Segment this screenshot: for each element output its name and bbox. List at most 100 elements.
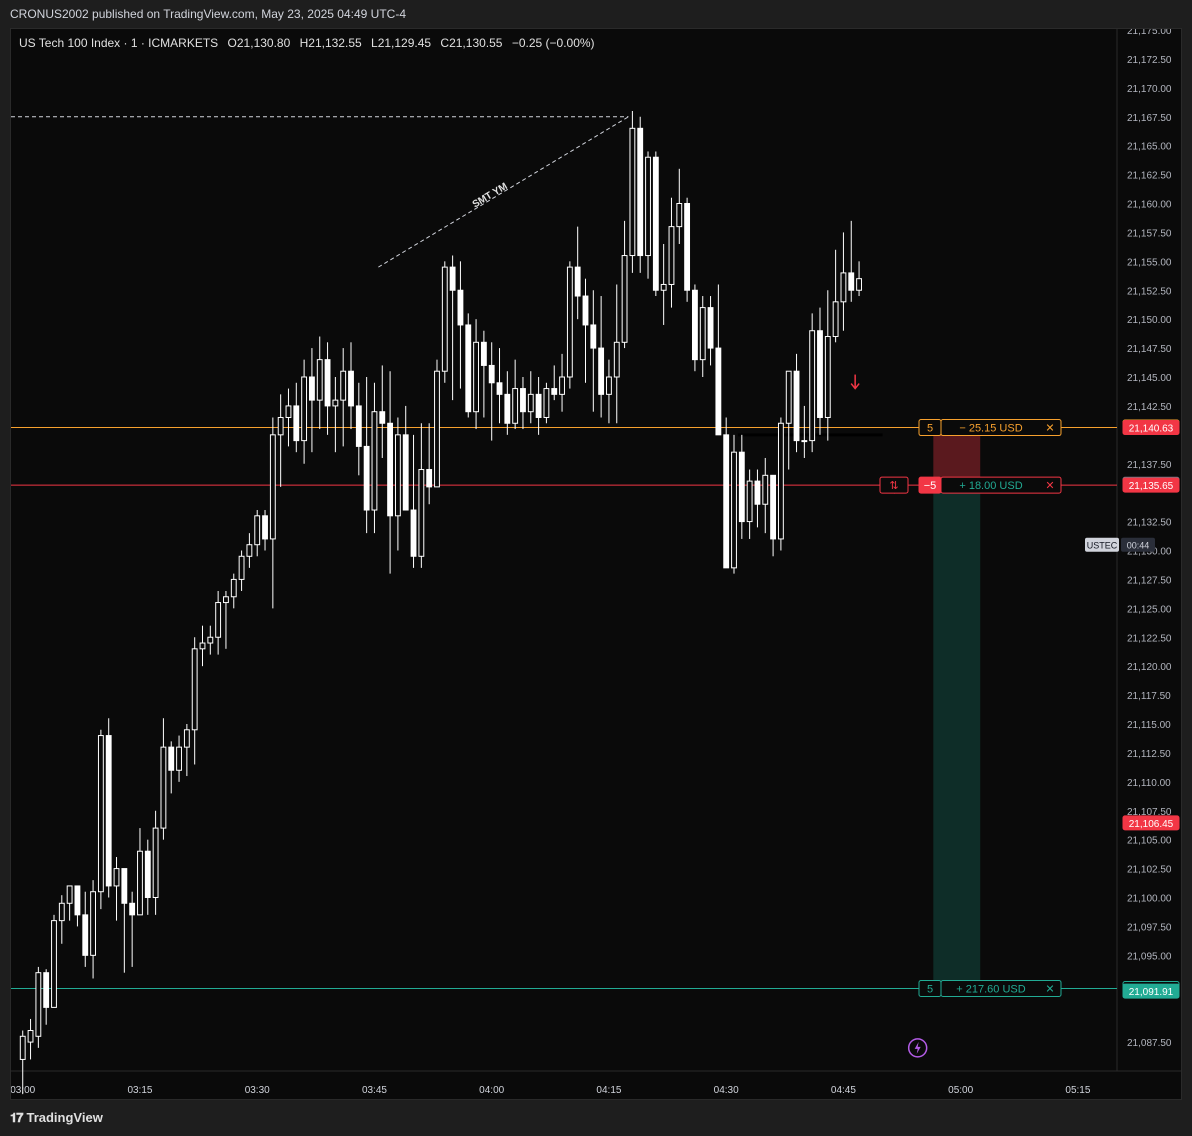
candle-body <box>848 272 855 291</box>
y-tick-label: 21,172.50 <box>1127 55 1172 66</box>
legend-change: −0.25 (−0.00%) <box>511 36 595 50</box>
x-tick-label: 05:00 <box>948 1085 973 1096</box>
y-tick-label: 21,157.50 <box>1127 228 1172 239</box>
price-axis[interactable] <box>1117 29 1182 1100</box>
legend-symbol[interactable]: US Tech 100 Index · 1 · ICMARKETS <box>19 36 218 50</box>
candle-body <box>824 336 831 418</box>
candle-body <box>58 902 65 922</box>
candle-body <box>652 156 659 291</box>
x-tick-label: 03:15 <box>127 1085 152 1096</box>
y-tick-label: 21,165.00 <box>1127 142 1172 153</box>
y-tick-label: 21,132.50 <box>1127 518 1172 529</box>
candle-body <box>566 266 573 378</box>
close-order-icon[interactable]: ✕ <box>1045 480 1054 492</box>
candle-body <box>379 411 386 424</box>
y-tick-label: 21,122.50 <box>1127 633 1172 644</box>
candle-body <box>152 827 159 898</box>
y-tick-label: 21,167.50 <box>1127 113 1172 124</box>
candle-body <box>801 440 808 443</box>
y-tick-label: 21,097.50 <box>1127 922 1172 933</box>
candle-body <box>293 405 300 442</box>
y-tick-label: 21,127.50 <box>1127 575 1172 586</box>
candle-body <box>191 648 198 731</box>
order-pnl: + 217.60 USD <box>956 984 1025 996</box>
price-badge-label: 21,106.45 <box>1129 819 1174 830</box>
x-tick-label: 04:30 <box>714 1085 739 1096</box>
y-tick-label: 21,147.50 <box>1127 344 1172 355</box>
x-tick-label: 03:00 <box>11 1085 36 1096</box>
candle-body <box>137 850 143 916</box>
candle-body <box>51 920 57 1008</box>
candle-body <box>262 515 268 540</box>
order-qty[interactable]: −5 <box>924 480 937 492</box>
candle-body <box>715 347 722 436</box>
candle-body <box>309 376 315 401</box>
candle-body <box>582 295 589 326</box>
candle-body <box>809 330 816 442</box>
candle-body <box>668 226 675 285</box>
brand-name: TradingView <box>26 1110 103 1125</box>
candle-body <box>559 376 565 395</box>
chart-frame[interactable]: 21,087.5021,092.0521,095.0021,097.5021,1… <box>10 28 1182 1100</box>
order-qty[interactable]: 5 <box>927 423 933 435</box>
candlestick-chart[interactable]: 21,087.5021,092.0521,095.0021,097.5021,1… <box>11 29 1182 1100</box>
candle-body <box>840 272 847 303</box>
symbol-badge-label: USTEC <box>1087 541 1118 551</box>
candle-body <box>97 735 104 893</box>
candle-body <box>27 1030 34 1043</box>
candle-body <box>238 555 245 580</box>
candle-body <box>19 1035 26 1060</box>
candle-body <box>598 347 605 395</box>
candle-body <box>426 469 433 488</box>
candle-body <box>35 972 42 1037</box>
smt-label[interactable]: SMT YM <box>471 181 510 210</box>
y-tick-label: 21,100.00 <box>1127 894 1172 905</box>
candle-body <box>684 203 691 291</box>
y-tick-label: 21,087.50 <box>1127 1038 1172 1049</box>
y-tick-label: 21,152.50 <box>1127 286 1172 297</box>
tradingview-logo[interactable]: 𝟏𝟕 TradingView <box>10 1110 103 1126</box>
reward-zone[interactable] <box>933 485 981 989</box>
candle-body <box>457 289 464 326</box>
legend-close: C21,130.55 <box>440 36 503 50</box>
candle-body <box>207 636 214 644</box>
y-tick-label: 21,105.00 <box>1127 836 1172 847</box>
candle-body <box>777 422 784 540</box>
y-tick-label: 21,125.00 <box>1127 604 1172 615</box>
candle-body <box>355 405 362 447</box>
close-order-icon[interactable]: ✕ <box>1045 984 1054 996</box>
y-tick-label: 21,117.50 <box>1127 691 1171 702</box>
candle-body <box>691 289 698 361</box>
candle-body <box>512 388 519 424</box>
candle-body <box>520 388 526 413</box>
footer: 𝟏𝟕 TradingView <box>0 1100 1192 1136</box>
candle-body <box>215 602 222 638</box>
candle-body <box>574 266 581 297</box>
candle-body <box>856 278 862 291</box>
y-tick-label: 21,112.50 <box>1127 749 1171 760</box>
candle-body <box>770 474 777 540</box>
legend-high: H21,132.55 <box>299 36 362 50</box>
risk-zone[interactable] <box>933 427 981 486</box>
candle-body <box>496 382 503 395</box>
candle-body <box>832 301 839 338</box>
candle-body <box>738 451 745 523</box>
price-badge-label: 21,140.63 <box>1129 424 1174 435</box>
candle-body <box>754 480 761 505</box>
candle-body <box>144 850 151 899</box>
candle-body <box>590 324 597 349</box>
x-tick-label: 04:15 <box>596 1085 621 1096</box>
close-order-icon[interactable]: ✕ <box>1045 423 1054 435</box>
reverse-icon[interactable]: ⇅ <box>889 480 898 492</box>
candle-body <box>121 868 128 904</box>
candle-body <box>301 376 308 442</box>
candle-body <box>176 746 182 771</box>
candle-body <box>43 972 50 1008</box>
candle-body <box>183 729 190 748</box>
order-qty[interactable]: 5 <box>927 984 933 996</box>
candle-body <box>254 515 261 546</box>
candle-body <box>676 203 683 228</box>
candle-body <box>699 307 706 361</box>
candle-body <box>551 388 558 395</box>
candle-body <box>285 405 292 418</box>
